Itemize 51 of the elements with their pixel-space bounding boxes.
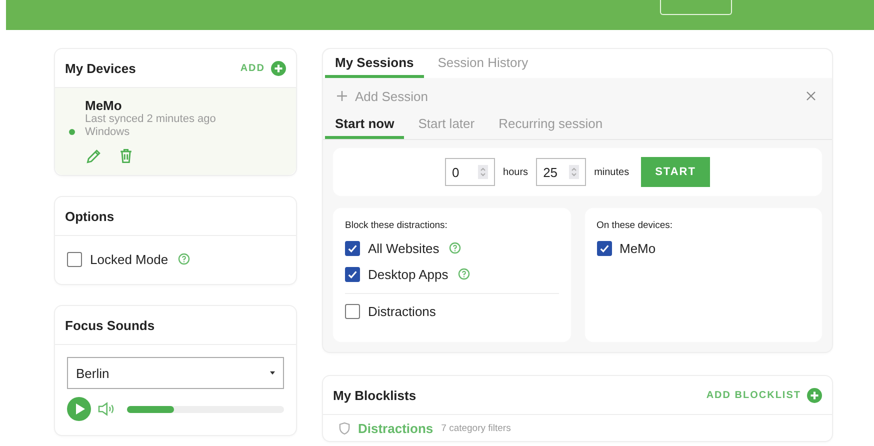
plus-icon	[271, 60, 286, 76]
checkbox[interactable]	[345, 304, 360, 318]
tab[interactable]: Session History	[428, 49, 538, 78]
hours-input[interactable]: 0	[445, 158, 496, 186]
card-title: Options	[65, 208, 114, 224]
sync-time: Last synced 2 minutes ago	[85, 113, 216, 126]
device-name: MeMo	[85, 98, 123, 113]
volume-slider[interactable]	[127, 406, 284, 412]
help-icon[interactable]	[449, 242, 462, 254]
section-label: Block these distractions:	[345, 220, 448, 231]
tab[interactable]: Start now	[325, 110, 404, 139]
stepper-icon[interactable]	[478, 165, 488, 179]
device-os: Windows	[85, 126, 131, 139]
add-device-button[interactable]: ADD	[240, 60, 286, 76]
minutes-label: minutes	[594, 166, 630, 178]
shield-icon	[339, 422, 350, 434]
close-icon[interactable]	[806, 91, 816, 101]
tab[interactable]: My Sessions	[325, 49, 424, 78]
header-button[interactable]	[660, 0, 732, 15]
card-title: My Blocklists	[333, 388, 416, 402]
help-icon[interactable]	[458, 268, 470, 280]
checkbox-label: Distractions	[368, 304, 436, 318]
start-button[interactable]: START	[641, 157, 710, 187]
checkbox-label: All Websites	[368, 240, 440, 256]
add-session-button[interactable]: Add Session	[337, 88, 428, 104]
plus-icon	[337, 91, 347, 101]
stepper-icon[interactable]	[569, 165, 580, 179]
pencil-icon[interactable]	[85, 147, 103, 165]
checkbox-label: Desktop Apps	[368, 266, 448, 282]
help-icon[interactable]	[178, 253, 190, 265]
minutes-input[interactable]: 25	[536, 158, 586, 186]
blocklist-detail: 7 category filters	[441, 422, 511, 434]
checkbox[interactable]	[67, 252, 82, 266]
play-icon[interactable]	[67, 397, 91, 421]
speaker-icon[interactable]	[97, 402, 115, 416]
checkbox-label: Locked Mode	[90, 252, 168, 266]
card-title: Focus Sounds	[65, 318, 155, 332]
blocklist-link[interactable]: Distractions	[358, 420, 434, 436]
tab[interactable]: Recurring session	[488, 110, 613, 139]
checkbox[interactable]	[345, 266, 360, 282]
checkbox-label: MeMo	[620, 240, 656, 256]
plus-icon	[807, 388, 822, 402]
add-blocklist-button[interactable]: ADD BLOCKLIST	[706, 388, 822, 402]
tab[interactable]: Start later	[408, 110, 485, 139]
caret-icon	[270, 371, 275, 375]
hours-label: hours	[503, 166, 528, 178]
checkbox[interactable]	[345, 240, 360, 256]
sound-dropdown[interactable]: Berlin	[67, 357, 284, 389]
card-title: My Devices	[65, 60, 136, 76]
checkbox[interactable]	[596, 240, 612, 256]
section-label: On these devices:	[596, 220, 674, 231]
